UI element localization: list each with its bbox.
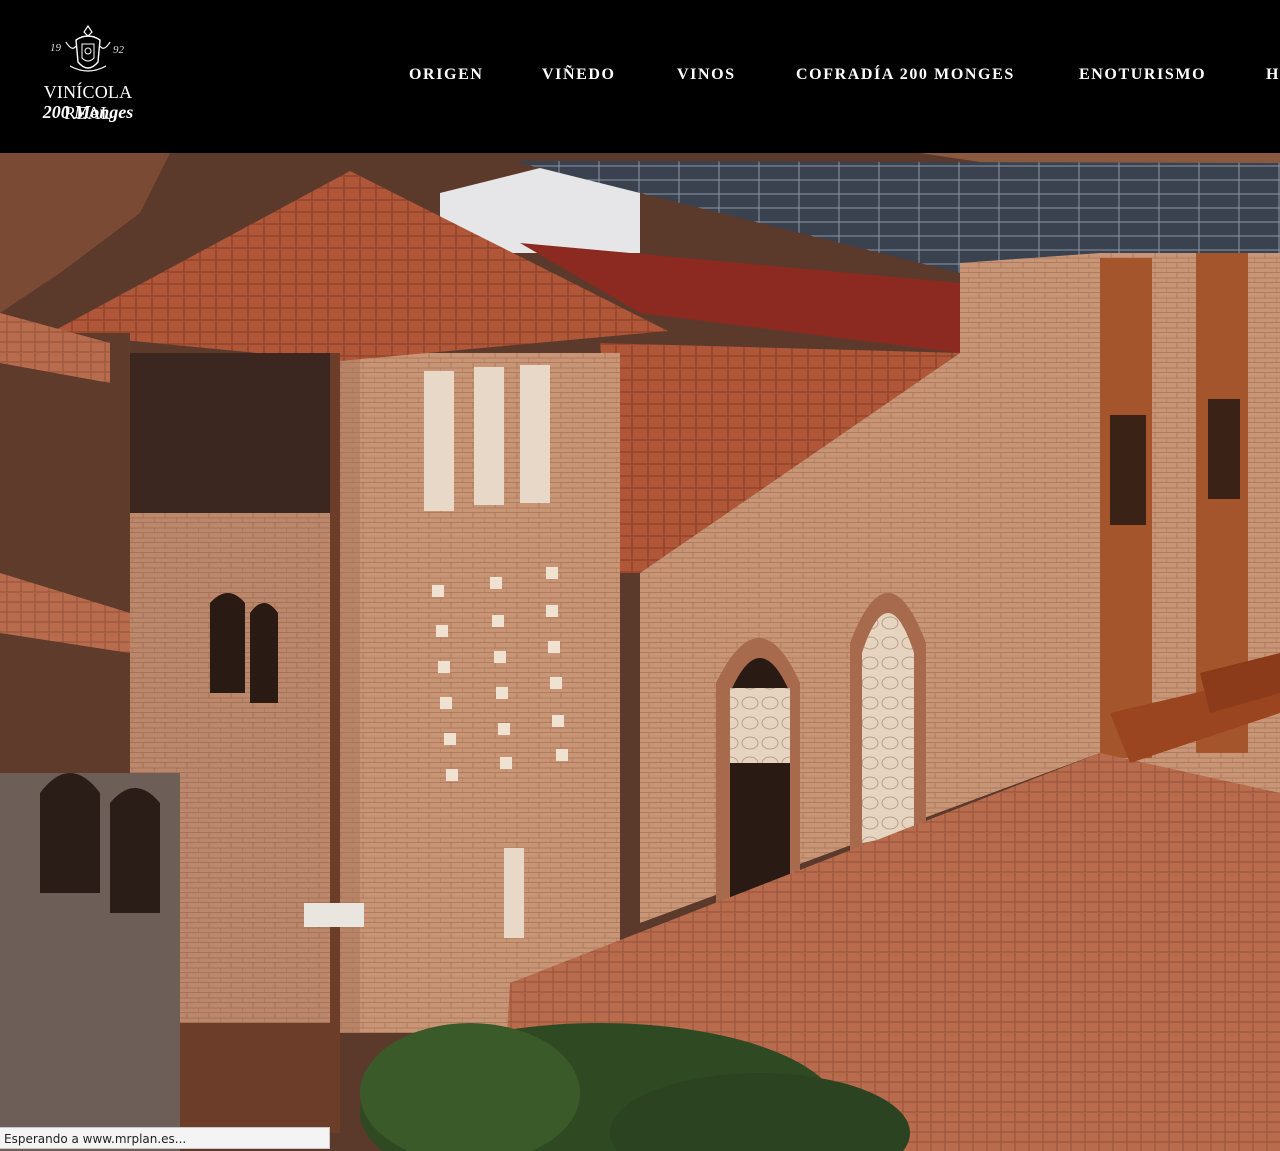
nav-item-enoturismo[interactable]: ENOTURISMO xyxy=(1079,66,1206,84)
nav-item-origen[interactable]: ORIGEN xyxy=(409,66,484,84)
winery-building-illustration xyxy=(0,153,1280,1151)
logo-year-left: 19 xyxy=(50,42,61,54)
logo-year-right: 92 xyxy=(113,44,124,56)
nav-item-truncated[interactable]: H xyxy=(1266,66,1280,84)
crest-icon xyxy=(65,24,111,72)
brand-logo[interactable]: 19 92 VINÍCOLA REAL 200 Monges xyxy=(26,22,150,132)
page: 19 92 VINÍCOLA REAL 200 Monges ORIGEN VI… xyxy=(0,0,1280,1151)
site-header: 19 92 VINÍCOLA REAL 200 Monges ORIGEN VI… xyxy=(0,0,1280,153)
nav-item-vinos[interactable]: VINOS xyxy=(677,66,736,84)
browser-status-bar: Esperando a www.mrplan.es... xyxy=(0,1127,330,1149)
hero-image xyxy=(0,153,1280,1151)
nav-item-vinedo[interactable]: VIÑEDO xyxy=(542,66,616,84)
logo-name-line2: 200 Monges xyxy=(42,102,134,122)
nav-item-cofradia[interactable]: COFRADÍA 200 MONGES xyxy=(796,66,1015,84)
